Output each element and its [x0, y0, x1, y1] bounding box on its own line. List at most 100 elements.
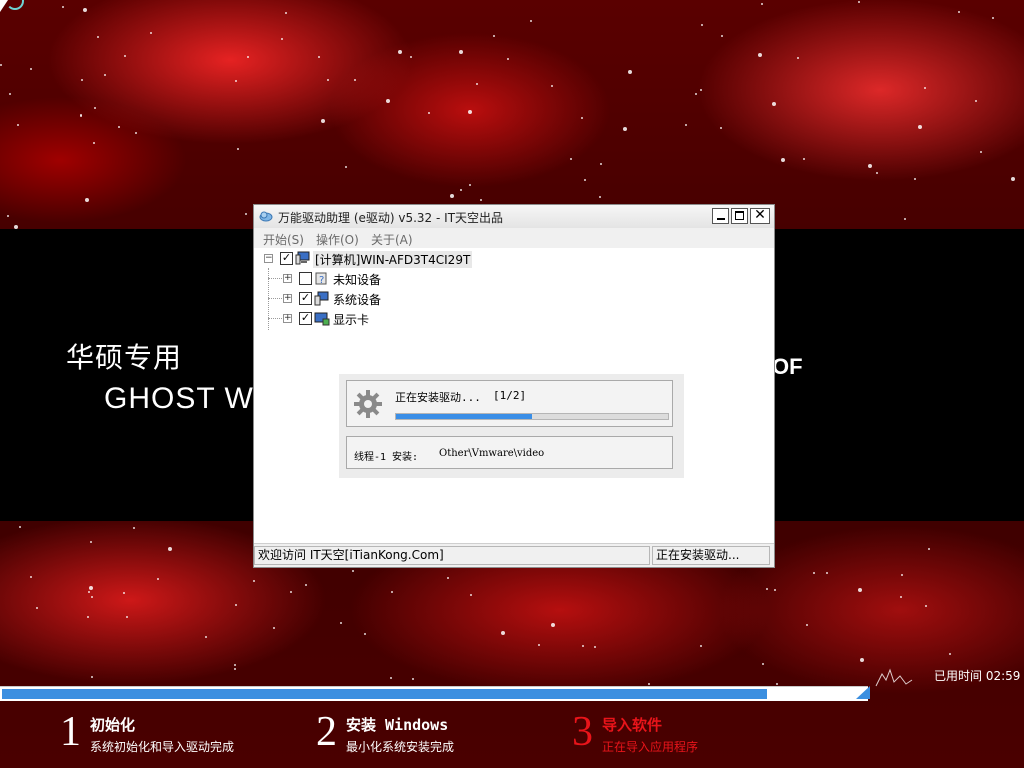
star-dot [501, 631, 505, 635]
star-dot [135, 132, 137, 134]
status-bar: 欢迎访问 IT天空[iTianKong.Com] 正在安装驱动... [254, 543, 774, 567]
star-dot [386, 99, 390, 103]
expand-toggle[interactable]: + [283, 274, 292, 283]
star-dot [340, 622, 342, 624]
star-dot [235, 80, 237, 82]
driver-progress-bar [395, 413, 669, 420]
status-state: 正在安装驱动... [652, 546, 770, 565]
minimize-button[interactable] [712, 208, 729, 224]
star-dot [157, 578, 159, 580]
display-adapter-icon [314, 312, 330, 326]
menu-start[interactable]: 开始(S) [263, 231, 304, 248]
star-dot [858, 1, 860, 3]
star-dot [766, 588, 768, 590]
star-dot [30, 576, 32, 578]
star-dot [90, 541, 92, 543]
unknown-devices-checkbox[interactable] [299, 272, 312, 285]
thread-status-box: 线程-1 安装: Other\Vmware\video [346, 436, 673, 469]
star-dot [781, 158, 785, 162]
activity-wave-icon [875, 668, 913, 687]
star-dot [581, 117, 583, 119]
star-dot [36, 607, 38, 609]
star-dot [410, 56, 412, 58]
star-dot [85, 198, 89, 202]
star-dot [901, 574, 903, 576]
star-dot [290, 591, 292, 593]
maximize-icon [735, 211, 744, 220]
display-adapter-checkbox[interactable]: ✓ [299, 312, 312, 325]
star-dot [126, 616, 128, 618]
star-dot [928, 548, 930, 550]
step-description: 系统初始化和导入驱动完成 [90, 740, 235, 754]
star-dot [7, 215, 9, 217]
star-dot [530, 20, 532, 22]
star-dot [321, 119, 325, 123]
collapse-toggle[interactable]: − [264, 254, 273, 263]
star-dot [81, 79, 83, 81]
banner-brand-text: 华硕专用 [66, 341, 183, 374]
unknown-device-icon: ? [315, 272, 327, 286]
window-title: 万能驱动助理 (e驱动) v5.32 - IT天空出品 [278, 211, 504, 225]
close-button[interactable]: ✕ [750, 208, 770, 224]
tree-node-unknown-devices[interactable]: + ? 未知设备 [254, 270, 554, 288]
star-dot [925, 605, 927, 607]
star-dot [599, 196, 601, 198]
star-dot [237, 148, 239, 150]
star-dot [354, 79, 356, 81]
star-dot [628, 70, 632, 74]
star-dot [305, 584, 307, 586]
star-dot [476, 83, 478, 85]
star-dot [949, 653, 951, 655]
step-number: 2 [316, 709, 337, 755]
system-devices-checkbox[interactable]: ✓ [299, 292, 312, 305]
menu-about[interactable]: 关于(A) [371, 231, 413, 248]
cloud-app-icon [259, 211, 273, 222]
maximize-button[interactable] [731, 208, 748, 224]
star-dot [327, 79, 329, 81]
star-dot [774, 589, 776, 591]
star-dot [469, 184, 471, 186]
gear-icon [354, 390, 382, 418]
star-dot [538, 644, 540, 646]
menu-operation[interactable]: 操作(O) [316, 231, 359, 248]
star-dot [9, 93, 11, 95]
tree-node-system-devices[interactable]: + ✓ 系统设备 [254, 290, 554, 308]
star-dot [551, 85, 553, 87]
banner-right-text: OF [772, 354, 803, 379]
star-dot [904, 218, 906, 220]
tree-node-computer[interactable]: − ✓ [计算机]WIN-AFD3T4CI29T [254, 250, 554, 268]
star-dot [758, 53, 762, 57]
star-dot [701, 24, 703, 26]
star-dot [695, 93, 697, 95]
star-dot [398, 50, 402, 54]
step-import-software: 3 导入软件 正在导入应用程序 [572, 710, 792, 760]
star-dot [273, 627, 275, 629]
star-dot [318, 56, 320, 58]
expand-toggle[interactable]: + [283, 314, 292, 323]
star-dot [97, 36, 99, 38]
star-dot [803, 158, 805, 160]
star-dot [83, 8, 87, 12]
star-dot [600, 163, 602, 165]
thread-label: 线程-1 安装: [354, 452, 419, 463]
star-dot [89, 586, 93, 590]
star-dot [460, 189, 462, 191]
star-dot [391, 591, 393, 593]
device-tree: − ✓ [计算机]WIN-AFD3T4CI29T + ? 未知设备 + ✓ 系统… [254, 248, 774, 543]
install-status-text: 正在安装驱动... [395, 391, 481, 404]
title-bar[interactable]: 万能驱动助理 (e驱动) v5.32 - IT天空出品 ✕ [254, 205, 774, 229]
step-number: 1 [60, 709, 81, 755]
computer-icon [295, 251, 310, 265]
star-dot [924, 87, 926, 89]
system-devices-label: 系统设备 [333, 293, 382, 307]
star-dot [797, 57, 799, 59]
star-dot [470, 594, 472, 596]
star-dot [918, 125, 922, 129]
star-dot [776, 683, 778, 685]
tree-node-display-adapter[interactable]: + ✓ 显示卡 [254, 310, 554, 328]
expand-toggle[interactable]: + [283, 294, 292, 303]
star-dot [235, 604, 237, 606]
star-dot [412, 678, 414, 680]
install-progress-panel: 正在安装驱动... [1/2] 线程-1 安装: Other\Vmware\vi… [339, 374, 684, 478]
computer-checkbox[interactable]: ✓ [280, 252, 293, 265]
